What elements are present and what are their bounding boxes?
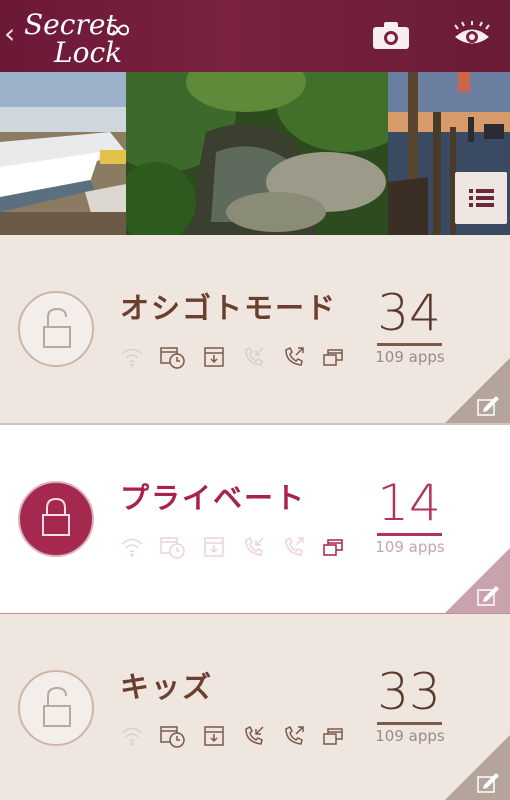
outgoing-call-icon: [285, 725, 304, 745]
camera-button[interactable]: [372, 20, 412, 52]
profile-card-private[interactable]: プライベート 14 109 apps: [0, 425, 510, 616]
wifi-icon: [121, 348, 143, 367]
profile-name: プライベート: [120, 481, 307, 515]
photo-river[interactable]: [126, 72, 388, 235]
schedule-icon: [160, 347, 185, 369]
feature-icons: [120, 724, 350, 748]
app-count: 14: [377, 474, 441, 532]
list-icon: [469, 189, 494, 207]
feature-icons: [120, 345, 350, 369]
install-icon: [204, 347, 224, 367]
total-apps: 109 apps: [375, 538, 445, 556]
back-button[interactable]: ‹: [4, 18, 15, 50]
edit-button[interactable]: [445, 735, 510, 800]
wifi-icon: [121, 538, 143, 557]
eye-button[interactable]: [452, 20, 492, 52]
total-apps: 109 apps: [375, 727, 445, 745]
camera-icon: [373, 22, 409, 49]
profile-card-work[interactable]: オシゴトモード 34 109 apps: [0, 235, 510, 426]
incoming-call-icon: [245, 725, 264, 745]
outgoing-call-icon: [285, 346, 304, 366]
feature-icons: [120, 535, 350, 559]
edit-button[interactable]: [445, 548, 510, 613]
logo-infinity-icon: [106, 24, 130, 36]
locked-icon: [42, 497, 70, 536]
lock-toggle[interactable]: [18, 481, 94, 557]
photo-gallery[interactable]: [0, 72, 510, 235]
gallery-list-button[interactable]: [455, 172, 507, 224]
app-count: 34: [377, 284, 441, 342]
app-header: ‹ Secret Lock: [0, 0, 510, 72]
count-underline: [377, 533, 442, 536]
schedule-icon: [160, 726, 185, 748]
lock-toggle[interactable]: [18, 291, 94, 367]
install-icon: [204, 537, 224, 557]
outgoing-call-icon: [285, 536, 304, 556]
count-underline: [377, 343, 442, 346]
profile-name: キッズ: [120, 670, 214, 704]
logo-text-line2: Lock: [54, 36, 123, 69]
app-logo: Secret Lock: [18, 8, 138, 69]
unlocked-icon: [43, 686, 71, 727]
schedule-icon: [160, 537, 185, 559]
incoming-call-icon: [245, 346, 264, 366]
install-icon: [204, 726, 224, 746]
windows-icon: [323, 728, 343, 745]
lock-toggle[interactable]: [18, 670, 94, 746]
eye-icon: [454, 21, 490, 44]
unlocked-icon: [43, 307, 71, 348]
profile-name: オシゴトモード: [120, 291, 338, 325]
wifi-icon: [121, 727, 143, 746]
photo-boats[interactable]: [0, 72, 126, 235]
app-count: 33: [377, 663, 441, 721]
total-apps: 109 apps: [375, 348, 445, 366]
count-underline: [377, 722, 442, 725]
windows-icon: [323, 349, 343, 366]
profile-card-kids[interactable]: キッズ 33 109 apps: [0, 614, 510, 800]
incoming-call-icon: [245, 536, 264, 556]
windows-icon: [323, 539, 343, 556]
edit-button[interactable]: [445, 358, 510, 423]
